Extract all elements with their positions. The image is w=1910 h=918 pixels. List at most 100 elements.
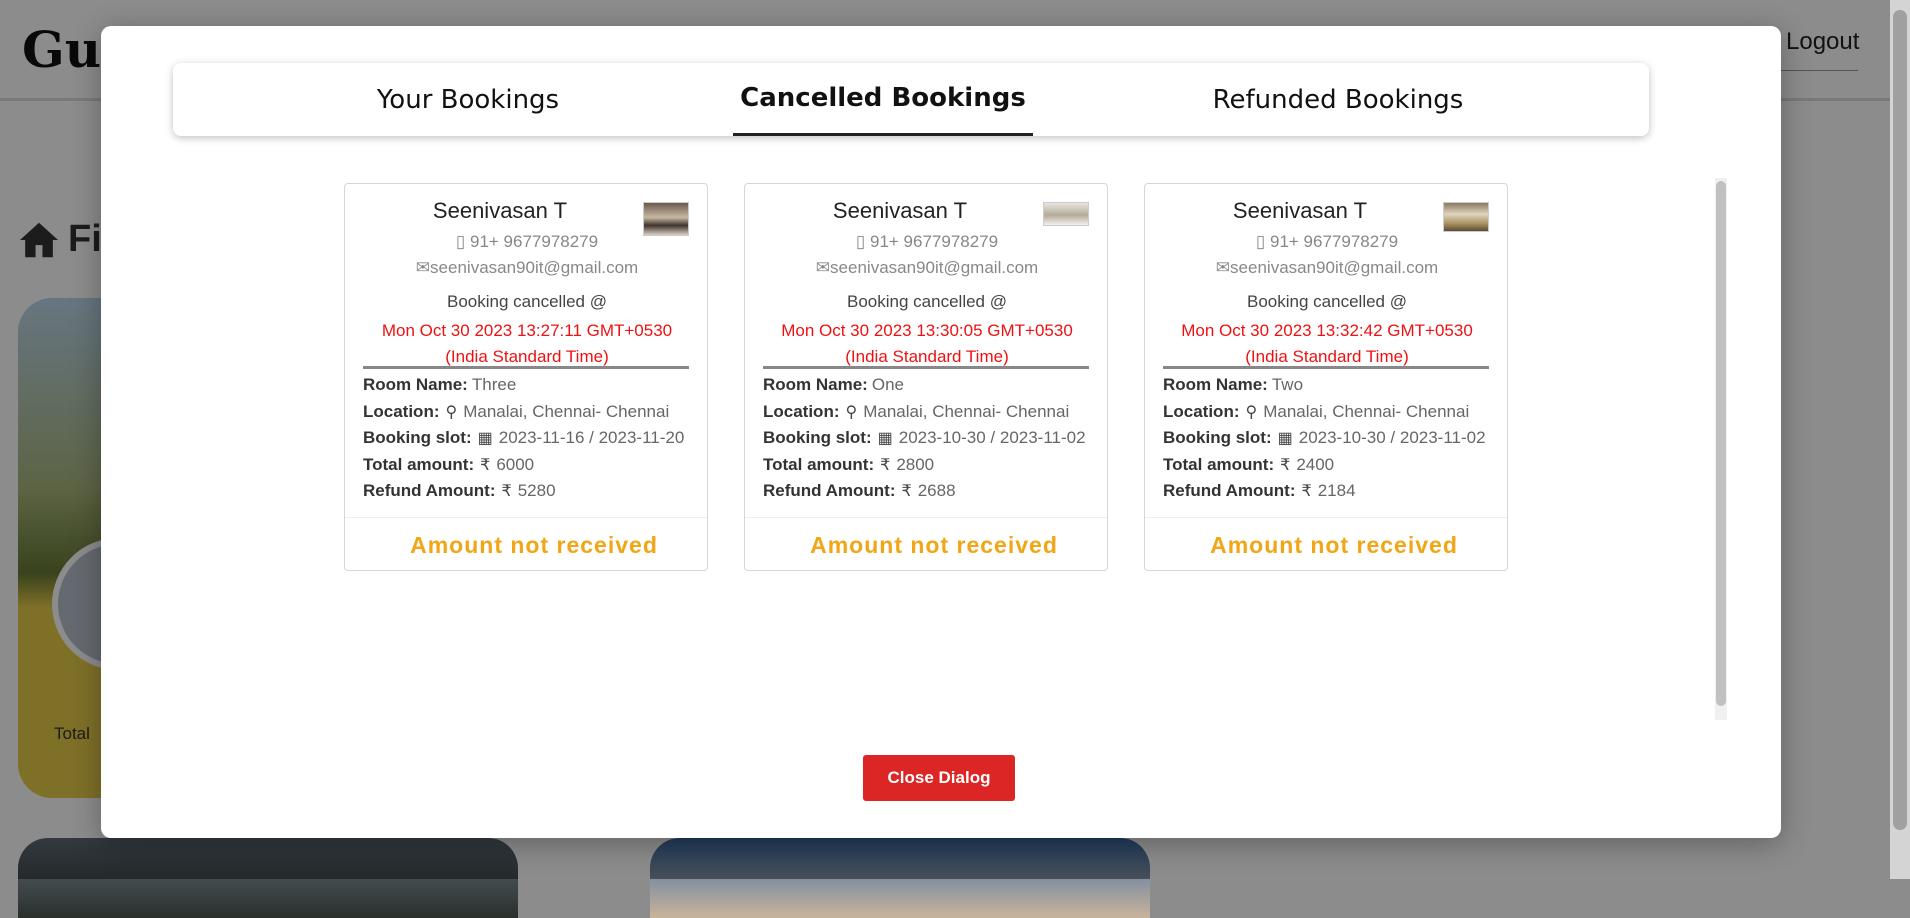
- card-footer-divider: [745, 517, 1107, 518]
- guest-email-row: ✉seenivasan90it@gmail.com: [345, 258, 709, 278]
- guest-phone: 91+ 9677978279: [469, 232, 599, 251]
- card-footer-divider: [1145, 517, 1507, 518]
- calendar-icon: ▦: [477, 430, 493, 448]
- refund-status: Amount not received: [1210, 532, 1458, 558]
- guest-email: seenivasan90it@gmail.com: [1230, 258, 1439, 277]
- booking-details: Room Name: One Location: ⚲ Manalai, Chennai…: [763, 372, 1103, 505]
- refund-amount-row: Refund Amount: ₹5280: [363, 478, 703, 505]
- phone-icon: ▯: [855, 232, 866, 251]
- cancelled-label: Booking cancelled @: [447, 292, 607, 311]
- location-label: Location:: [1163, 401, 1240, 421]
- refund-status: Amount not received: [410, 532, 658, 558]
- rupee-icon: ₹: [880, 456, 891, 474]
- room-name-row: Room Name: Two: [1163, 372, 1503, 399]
- room-name-value: Two: [1271, 375, 1304, 395]
- rupee-icon: ₹: [901, 483, 912, 501]
- card-footer-divider: [345, 517, 707, 518]
- total-amount-row: Total amount: ₹6000: [363, 452, 703, 479]
- guest-phone: 91+ 9677978279: [1269, 232, 1399, 251]
- guest-email: seenivasan90it@gmail.com: [830, 258, 1039, 277]
- phone-icon: ▯: [455, 232, 466, 251]
- booking-card: Seenivasan T ▯ 91+ 9677978279 ✉seenivasa…: [344, 183, 708, 571]
- dialog-scrollbar-thumb[interactable]: [1716, 181, 1726, 706]
- location-value: Manalai, Chennai- Chennai: [1263, 401, 1470, 421]
- room-name-row: Room Name: One: [763, 372, 1103, 399]
- booking-slot-value: 2023-10-30 / 2023-11-02: [1298, 428, 1486, 448]
- refund-amount-label: Refund Amount:: [363, 481, 496, 501]
- calendar-icon: ▦: [1277, 430, 1293, 448]
- location-row: Location: ⚲ Manalai, Chennai- Chennai: [1163, 399, 1503, 426]
- refund-amount-label: Refund Amount:: [763, 481, 896, 501]
- booking-details: Room Name: Two Location: ⚲ Manalai, Chennai…: [1163, 372, 1503, 505]
- rupee-icon: ₹: [501, 483, 512, 501]
- room-name-row: Room Name: Three: [363, 372, 703, 399]
- envelope-icon: ✉: [815, 258, 831, 277]
- booking-details: Room Name: Three Location: ⚲ Manalai, Chenn…: [363, 372, 703, 505]
- booking-slot-value: 2023-10-30 / 2023-11-02: [898, 428, 1086, 448]
- cancelled-datetime: Mon Oct 30 2023 13:32:42 GMT+0530: [1181, 321, 1473, 340]
- room-name-label: Room Name:: [763, 375, 868, 395]
- room-name-value: One: [871, 375, 904, 395]
- location-label: Location:: [763, 401, 840, 421]
- envelope-icon: ✉: [415, 258, 431, 277]
- cancelled-label: Booking cancelled @: [1247, 292, 1407, 311]
- guest-phone-row: ▯ 91+ 9677978279: [1145, 232, 1509, 252]
- booking-slot-row: Booking slot: ▦ 2023-10-30 / 2023-11-02: [1163, 425, 1503, 452]
- booking-slot-row: Booking slot: ▦ 2023-11-16 / 2023-11-20: [363, 425, 703, 452]
- cancelled-datetime: Mon Oct 30 2023 13:30:05 GMT+0530: [781, 321, 1073, 340]
- map-marker-icon: ⚲: [1245, 403, 1258, 421]
- cancelled-time: Mon Oct 30 2023 13:32:42 GMT+0530 (India…: [1145, 318, 1509, 370]
- cancelled-time: Mon Oct 30 2023 13:27:11 GMT+0530 (India…: [345, 318, 709, 370]
- rupee-icon: ₹: [480, 456, 491, 474]
- total-amount-label: Total amount:: [1163, 454, 1275, 474]
- phone-icon: ▯: [1255, 232, 1266, 251]
- location-row: Location: ⚲ Manalai, Chennai- Chennai: [363, 399, 703, 426]
- refund-amount-value: 2184: [1317, 481, 1356, 501]
- location-value: Manalai, Chennai- Chennai: [463, 401, 670, 421]
- guest-name: Seenivasan T: [1232, 198, 1368, 223]
- cancelled-label: Booking cancelled @: [847, 292, 1007, 311]
- location-value: Manalai, Chennai- Chennai: [863, 401, 1070, 421]
- refund-amount-value: 5280: [517, 481, 556, 501]
- guest-email: seenivasan90it@gmail.com: [430, 258, 639, 277]
- card-divider: [763, 366, 1089, 369]
- booking-slot-label: Booking slot:: [1163, 428, 1272, 448]
- refund-amount-row: Refund Amount: ₹2688: [763, 478, 1103, 505]
- total-amount-row: Total amount: ₹2800: [763, 452, 1103, 479]
- cancelled-time: Mon Oct 30 2023 13:30:05 GMT+0530 (India…: [745, 318, 1109, 370]
- booking-card: Seenivasan T ▯ 91+ 9677978279 ✉seenivasa…: [1144, 183, 1508, 571]
- tab-cancelled-bookings[interactable]: Cancelled Bookings: [733, 63, 1033, 136]
- close-dialog-button[interactable]: Close Dialog: [863, 755, 1015, 801]
- total-amount-label: Total amount:: [363, 454, 475, 474]
- room-name-label: Room Name:: [1163, 375, 1268, 395]
- refund-status: Amount not received: [810, 532, 1058, 558]
- refund-amount-value: 2688: [917, 481, 956, 501]
- total-amount-row: Total amount: ₹2400: [1163, 452, 1503, 479]
- guest-phone: 91+ 9677978279: [869, 232, 999, 251]
- envelope-icon: ✉: [1215, 258, 1231, 277]
- refund-amount-label: Refund Amount:: [1163, 481, 1296, 501]
- total-amount-value: 6000: [496, 454, 535, 474]
- tab-your-bookings[interactable]: Your Bookings: [303, 63, 633, 136]
- map-marker-icon: ⚲: [845, 403, 858, 421]
- card-divider: [363, 366, 689, 369]
- room-name-label: Room Name:: [363, 375, 468, 395]
- booking-slot-row: Booking slot: ▦ 2023-10-30 / 2023-11-02: [763, 425, 1103, 452]
- card-divider: [1163, 366, 1489, 369]
- tab-bar: Your Bookings Cancelled Bookings Refunde…: [173, 63, 1649, 136]
- guest-email-row: ✉seenivasan90it@gmail.com: [745, 258, 1109, 278]
- total-amount-value: 2800: [896, 454, 935, 474]
- booking-slot-label: Booking slot:: [763, 428, 872, 448]
- location-label: Location:: [363, 401, 440, 421]
- calendar-icon: ▦: [877, 430, 893, 448]
- total-amount-value: 2400: [1296, 454, 1335, 474]
- guest-phone-row: ▯ 91+ 9677978279: [345, 232, 709, 252]
- room-name-value: Three: [471, 375, 517, 395]
- bookings-dialog: Your Bookings Cancelled Bookings Refunde…: [101, 26, 1781, 838]
- map-marker-icon: ⚲: [445, 403, 458, 421]
- booking-card: Seenivasan T ▯ 91+ 9677978279 ✉seenivasa…: [744, 183, 1108, 571]
- page-scrollbar-thumb[interactable]: [1893, 10, 1907, 830]
- tab-refunded-bookings[interactable]: Refunded Bookings: [1173, 63, 1503, 136]
- booking-slot-value: 2023-11-16 / 2023-11-20: [498, 428, 685, 448]
- total-amount-label: Total amount:: [763, 454, 875, 474]
